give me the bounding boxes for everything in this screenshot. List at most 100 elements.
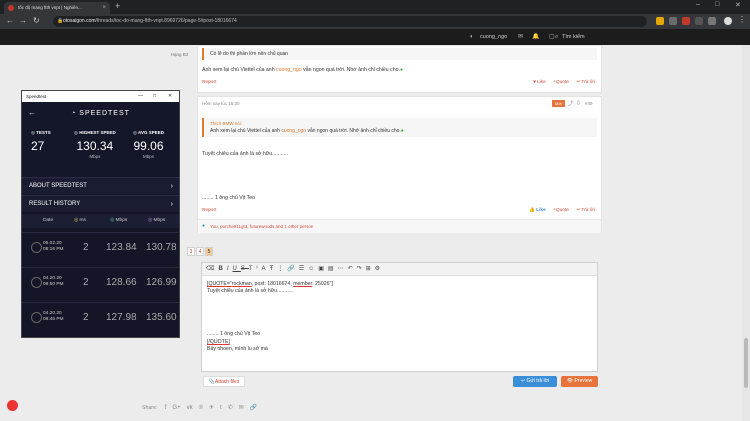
google-plus-icon[interactable]: G+	[172, 405, 180, 411]
favicon-icon	[8, 5, 14, 11]
insert-icon[interactable]: ⋯	[338, 266, 348, 272]
extension-icon[interactable]	[695, 17, 703, 25]
whatsapp-icon[interactable]: ✆	[228, 405, 233, 411]
email-icon[interactable]: ✉	[239, 405, 244, 411]
post-number[interactable]: #49	[585, 101, 593, 106]
minimize-icon[interactable]: –	[696, 1, 700, 8]
redo-icon[interactable]: ↷	[357, 266, 366, 272]
reply-editor[interactable]: ⌫BIUSTᴵAŦ⋮🔗☰☺▣▤⋯↶↷⊞⚙ [QUOTE="rockman, po…	[201, 262, 598, 372]
new-tab-button[interactable]: +	[115, 1, 120, 11]
extension-icon[interactable]	[708, 17, 716, 25]
undo-icon[interactable]: ↶	[348, 266, 357, 272]
image-icon[interactable]: ▣	[318, 266, 328, 272]
preview-button[interactable]: 👁 Preview	[561, 376, 598, 387]
media-icon[interactable]: ▤	[328, 266, 338, 272]
notification-bubble-icon[interactable]	[7, 400, 18, 411]
bell-icon[interactable]: 🔔	[532, 29, 539, 45]
link-icon[interactable]: 🔗	[250, 405, 257, 411]
underline-icon[interactable]: U	[233, 266, 241, 272]
page-link[interactable]: 3	[187, 247, 195, 256]
metric-value: 99.06	[133, 139, 164, 153]
history-row[interactable]: 05.02.20 08:16 PM 2 123.84 130.78	[22, 232, 179, 262]
extension-icon[interactable]	[669, 17, 677, 25]
bookmark-icon[interactable]: ▯	[577, 100, 580, 106]
quote-button[interactable]: +Quote	[553, 80, 569, 85]
like-button[interactable]: Like	[537, 80, 546, 85]
col-upload-label: Mbps	[153, 218, 166, 223]
reload-icon[interactable]: ↻	[33, 16, 40, 25]
highest-speed-metric: ◎ HIGHEST SPEED 130.34 Mbps	[74, 130, 116, 159]
attach-files-button[interactable]: 📎Attach files	[203, 376, 245, 387]
col-download[interactable]: ◎ Mbps	[110, 214, 127, 228]
bookmark-icon[interactable]: ▢	[549, 29, 555, 45]
maximize-icon[interactable]: □	[715, 1, 719, 8]
extension-icon[interactable]	[656, 17, 664, 25]
facebook-icon[interactable]: f	[165, 405, 167, 411]
editor-line: [/QUOTE]	[207, 338, 230, 345]
minimize-icon[interactable]: —	[138, 91, 143, 102]
col-upload[interactable]: ◎ Mbps	[148, 214, 165, 228]
emoji-icon[interactable]: ☺	[308, 266, 318, 272]
scrollbar-thumb[interactable]	[744, 338, 748, 388]
username-link[interactable]: cuong_ngo	[480, 29, 507, 45]
inbox-icon[interactable]: ✉	[518, 29, 523, 45]
about-speedtest-item[interactable]: ABOUT SPEEDTEST ›	[22, 177, 179, 194]
report-link[interactable]: Report	[202, 208, 216, 213]
page-current[interactable]: 5	[205, 247, 213, 256]
quote-button[interactable]: +Quote	[553, 208, 569, 213]
reactions-text[interactable]: You, porche911gt3, futurewoods and 1 oth…	[210, 224, 313, 229]
pinterest-icon[interactable]: ℗	[199, 405, 203, 411]
url-host: otosaigon.com	[63, 18, 96, 24]
text-color-icon[interactable]: A	[262, 266, 270, 272]
history-row[interactable]: 04.20.20 08:45 PM 2 127.98 135.60	[22, 302, 179, 332]
page-link[interactable]: 4	[196, 247, 204, 256]
font-size-icon[interactable]: Tᴵ	[249, 266, 262, 272]
forward-icon[interactable]: →	[19, 16, 27, 25]
tumblr-icon[interactable]: t	[220, 405, 222, 411]
list-icon[interactable]: ☰	[299, 266, 308, 272]
profile-avatar[interactable]	[724, 17, 732, 25]
close-window-icon[interactable]: ✕	[735, 1, 741, 9]
reply-button[interactable]: Trả lời	[581, 80, 595, 85]
more-icon[interactable]: ⋮	[277, 266, 287, 272]
like-button[interactable]: Like	[536, 208, 546, 213]
url-input[interactable]: 🔒 otosaigon.com/threads/toc-do-mang-ftth…	[53, 16, 647, 27]
mention-link[interactable]: cuong_ngo	[276, 67, 302, 73]
lock-icon: 🔒	[57, 18, 64, 24]
mention-link[interactable]: cuong_ngo	[281, 128, 306, 134]
menu-kebab-icon[interactable]: ⋮	[738, 15, 746, 24]
post-body: Anh xem lại chú Viettel của anh cuong_ng…	[202, 67, 403, 73]
settings-icon[interactable]: ⚙	[375, 266, 384, 272]
maximize-icon[interactable]: □	[153, 91, 156, 102]
reply-button[interactable]: Trả lời	[581, 208, 595, 213]
tab-close-icon[interactable]: ×	[102, 2, 106, 14]
time-text: 08:45 PM	[43, 317, 64, 322]
col-ping[interactable]: ◎ ms	[74, 214, 86, 228]
speedtest-window[interactable]: Speedtest — □ ✕ ← ◔ SPEEDTEST ◎ TESTS 27…	[21, 90, 180, 338]
submit-label: Gửi trả lời	[526, 378, 550, 384]
report-link[interactable]: Report	[202, 80, 216, 85]
eraser-icon[interactable]: ⌫	[206, 266, 218, 272]
share-icon[interactable]: ⤴	[568, 100, 573, 107]
quote-header[interactable]: Thích BMW nói:	[210, 121, 591, 126]
strike-icon[interactable]: S	[241, 266, 249, 272]
telegram-icon[interactable]: ✈	[209, 405, 214, 411]
bold-icon[interactable]: B	[218, 266, 226, 272]
vk-icon[interactable]: vk	[187, 405, 193, 411]
submit-reply-button[interactable]: ↩ Gửi trả lời	[513, 376, 557, 387]
avatar[interactable]: ◐	[470, 29, 474, 45]
search-icon[interactable]: ⌕	[555, 29, 558, 45]
history-row[interactable]: 04.20.20 08:50 PM 2 128.66 126.99	[22, 267, 179, 297]
result-history-item[interactable]: RESULT HISTORY ›	[22, 195, 179, 212]
avg-speed-metric: ◎ AVG SPEED 99.06 Mbps	[133, 130, 164, 159]
link-icon[interactable]: 🔗	[287, 266, 298, 272]
search-button[interactable]: Tìm kiếm	[562, 29, 585, 45]
bbcode-icon[interactable]: ⊞	[366, 266, 375, 272]
col-date[interactable]: Date	[43, 214, 53, 228]
metric-unit: Mbps	[142, 154, 154, 159]
back-icon[interactable]: ←	[6, 16, 14, 25]
close-window-icon[interactable]: ✕	[168, 91, 172, 102]
browser-tab[interactable]: tốc độ mạng ftth vnpt | Nghiên... ×	[4, 2, 110, 14]
site-header: ◐ cuong_ngo ✉ 🔔 ▢ ⌕ Tìm kiếm	[0, 29, 750, 45]
extension-icon[interactable]	[682, 17, 690, 25]
